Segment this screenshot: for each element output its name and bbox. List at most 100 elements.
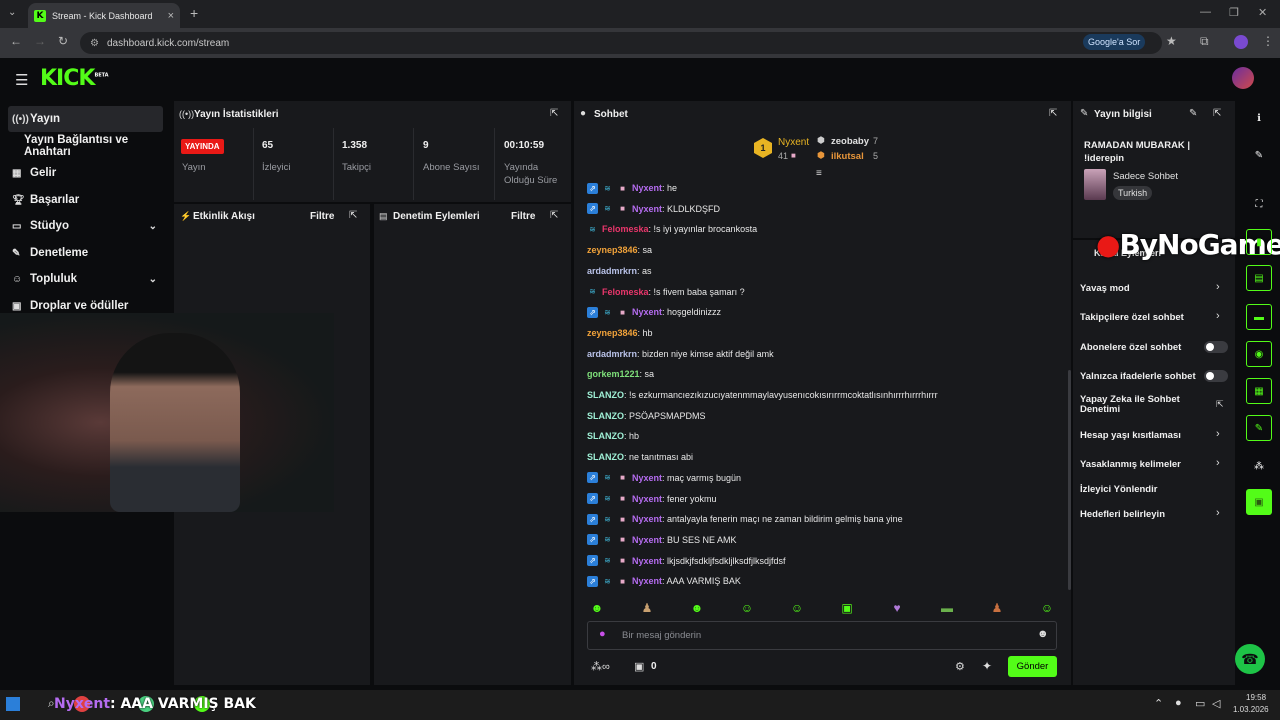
chat-message[interactable]: SLANZO: PSÖAPSMAPDMS — [587, 409, 706, 423]
bookmark-star-icon[interactable]: ★ — [1166, 34, 1177, 48]
emote-icon[interactable]: ♟ — [639, 600, 655, 616]
emote-icon[interactable]: ☺ — [1039, 600, 1055, 616]
chat-message[interactable]: ardadmrkrn: bizden niye kimse aktif deği… — [587, 347, 774, 361]
wrench-rail-icon[interactable]: ✎ — [1246, 415, 1272, 441]
emote-icon[interactable]: ☻ — [589, 600, 605, 616]
chat-username[interactable]: Nyxent — [632, 514, 662, 524]
chat-message[interactable]: ⇗ ≋ ■ Nyxent: fener yokmu — [587, 492, 717, 506]
chat-username[interactable]: zeynep3846 — [587, 245, 638, 255]
browser-menu-icon[interactable]: ⋮ — [1262, 34, 1274, 48]
emote-icon[interactable]: ☺ — [739, 600, 755, 616]
dots-icon[interactable]: ⁂ — [1246, 453, 1272, 479]
chat-username[interactable]: Nyxent — [632, 183, 662, 193]
maximize-icon[interactable]: ❐ — [1229, 6, 1239, 19]
kick-logo[interactable]: KICKBETA — [40, 66, 109, 91]
category-name[interactable]: Sadece Sohbet — [1113, 171, 1178, 182]
chat-message[interactable]: ⇗ ≋ ■ Nyxent: he — [587, 181, 677, 195]
chat-message[interactable]: ⇗ ≋ ■ Nyxent: maç varmış bugün — [587, 471, 741, 485]
moderation-filter-button[interactable]: Filtre — [511, 211, 535, 222]
menu-icon[interactable]: ☰ — [15, 71, 28, 89]
taskbar-time[interactable]: 19:58 — [1246, 693, 1266, 702]
chat-message[interactable]: zeynep3846: hb — [587, 326, 653, 340]
browser-tab[interactable]: K Stream - Kick Dashboard × — [28, 3, 180, 28]
close-window-icon[interactable]: ✕ — [1258, 6, 1267, 19]
channel-points-icon[interactable]: ⁂∞ — [591, 660, 610, 673]
chat-message[interactable]: ⇗ ≋ ■ Nyxent: lkjsdkjfsdkljfsdkljlksdfjlksd… — [587, 554, 786, 568]
add-widget-icon[interactable]: ▣ — [1246, 489, 1272, 515]
new-tab-icon[interactable]: + — [190, 5, 198, 21]
minimize-icon[interactable]: — — [1200, 6, 1211, 18]
edit-icon[interactable]: ✎ — [1189, 108, 1197, 119]
emote-icon[interactable]: ♟ — [989, 600, 1005, 616]
chat-message[interactable]: gorkem1221: sa — [587, 367, 654, 381]
popout-icon[interactable]: ⇱ — [349, 210, 357, 221]
chat-username[interactable]: Felomeska — [602, 287, 649, 297]
taskbar-date[interactable]: 1.03.2026 — [1233, 705, 1269, 714]
sidebar-item-studyo[interactable]: ▭ Stüdyo ⌄ — [8, 213, 163, 239]
subscribers-only-toggle[interactable] — [1204, 341, 1228, 353]
sidebar-item-gelir[interactable]: ▦ Gelir — [8, 160, 163, 186]
volume-icon[interactable]: ◁ — [1212, 697, 1220, 710]
sidebar-item-stream-key[interactable]: Yayın Bağlantısı ve Anahtarı — [8, 133, 163, 159]
chat-message[interactable]: SLANZO: hb — [587, 429, 639, 443]
chat-message[interactable]: ⇗ ≋ ■ Nyxent: antalyayla fenerin maçı ne za… — [587, 512, 903, 526]
chat-username[interactable]: Nyxent — [632, 494, 662, 504]
chat-username[interactable]: Nyxent — [632, 204, 662, 214]
chat-message[interactable]: ⇗ ≋ ■ Nyxent: BU SES NE AMK — [587, 533, 737, 547]
chat-message[interactable]: ⇗ ≋ ■ Nyxent: KLDLKDŞFD — [587, 202, 720, 216]
chat-username[interactable]: ardadmrkrn — [587, 349, 637, 359]
chat-message[interactable]: ⇗ ≋ ■ Nyxent: AAA VARMIŞ BAK — [587, 574, 741, 588]
emote-icon[interactable]: ♥ — [889, 600, 905, 616]
emoji-picker-icon[interactable]: ☻ — [1037, 628, 1049, 640]
network-icon[interactable]: ▭ — [1195, 697, 1205, 710]
profile-avatar-icon[interactable] — [1234, 35, 1248, 49]
chat-username[interactable]: SLANZO — [587, 452, 624, 462]
chat-username[interactable]: SLANZO — [587, 431, 624, 441]
chat-message[interactable]: zeynep3846: sa — [587, 243, 652, 257]
chat-message[interactable]: ⇗ ≋ ■ Nyxent: hoşgeldinizzz — [587, 305, 721, 319]
info-icon[interactable]: ℹ — [1246, 105, 1272, 131]
chat-bubble-icon[interactable]: ▬ — [1246, 304, 1272, 330]
chat-username[interactable]: SLANZO — [587, 411, 624, 421]
google-lens-chip[interactable]: Google'a Sor — [1083, 34, 1146, 50]
chat-input[interactable]: ● Bir mesaj gönderin ☻ — [587, 621, 1057, 650]
sidebar-item-topluluk[interactable]: ☺ Topluluk ⌄ — [8, 266, 163, 292]
chat-settings-icon[interactable]: ⚙ — [955, 660, 965, 673]
notes-icon[interactable]: ▤ — [1246, 265, 1272, 291]
support-headset-icon[interactable]: ☎ — [1235, 644, 1265, 674]
emote-icon[interactable]: ▣ — [839, 600, 855, 616]
emote-only-toggle[interactable] — [1204, 370, 1228, 382]
chat-username[interactable]: gorkem1221 — [587, 369, 640, 379]
back-icon[interactable]: ← — [10, 34, 22, 48]
language-tag[interactable]: Turkish — [1113, 186, 1153, 200]
forward-icon[interactable]: → — [34, 34, 46, 48]
popout-icon[interactable]: ⇱ — [550, 210, 558, 221]
microphone-tray-icon[interactable]: ● — [1175, 697, 1182, 709]
activity-filter-button[interactable]: Filtre — [310, 211, 334, 222]
broadcast-rail-icon[interactable]: ◉ — [1246, 341, 1272, 367]
site-info-icon[interactable]: ⚙ — [90, 38, 99, 49]
chat-message[interactable]: SLANZO: !s ezkurmancıezıkızucıyatenmmayl… — [587, 388, 938, 402]
emote-icon[interactable]: ☺ — [789, 600, 805, 616]
chat-scrollbar[interactable] — [1068, 370, 1071, 590]
sidebar-item-denetleme[interactable]: ✎ Denetleme — [8, 240, 163, 266]
chat-username[interactable]: Felomeska — [602, 224, 649, 234]
chat-message[interactable]: SLANZO: ne tanıtması abi — [587, 450, 693, 464]
url-field[interactable]: ⚙ dashboard.kick.com/stream — [80, 32, 1162, 54]
chat-username[interactable]: Nyxent — [632, 307, 662, 317]
store-icon[interactable]: ▣ — [634, 660, 644, 673]
popout-icon[interactable]: ⇱ — [1213, 108, 1221, 119]
chat-tools-icon[interactable]: ✦ — [982, 659, 992, 673]
sidebar-item-basarilar[interactable]: 🏆︎ Başarılar — [8, 187, 163, 213]
extensions-icon[interactable]: ⧉ — [1200, 34, 1209, 49]
chat-username[interactable]: Nyxent — [632, 535, 662, 545]
chat-username[interactable]: ardadmrkrn — [587, 266, 637, 276]
reload-icon[interactable]: ↻ — [58, 34, 68, 48]
user-avatar[interactable] — [1232, 67, 1254, 89]
emote-icon[interactable]: ▬ — [939, 600, 955, 616]
popout-icon[interactable]: ⇱ — [550, 108, 558, 119]
chat-message[interactable]: ≋ Felomeska: !s iyi yayınlar brocankosta — [587, 222, 757, 236]
panel-toggle-icon[interactable]: ▮ — [1246, 229, 1272, 255]
send-button[interactable]: Gönder — [1008, 656, 1057, 677]
chat-username[interactable]: Nyxent — [632, 556, 662, 566]
